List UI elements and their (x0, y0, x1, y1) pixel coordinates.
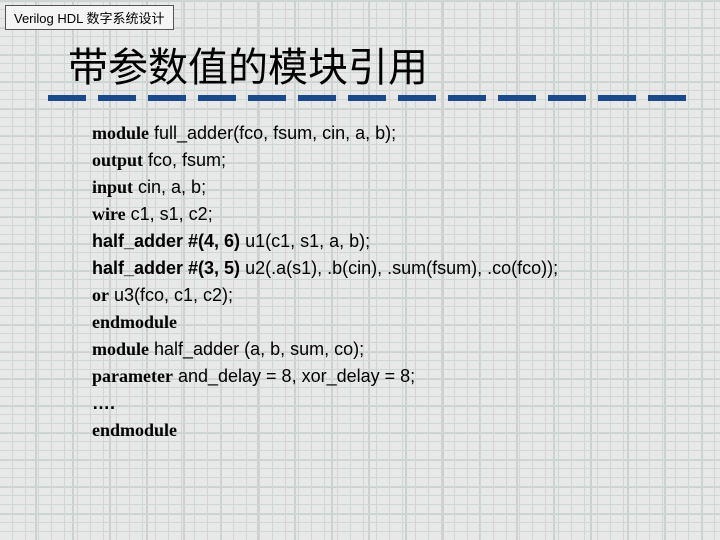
title-underline (48, 95, 688, 101)
code-line: output fco, fsum; (92, 147, 558, 174)
code-block: module full_adder(fco, fsum, cin, a, b);… (92, 120, 558, 444)
code-line: endmodule (92, 417, 558, 444)
code-line: endmodule (92, 309, 558, 336)
slide-title: 带参数值的模块引用 (68, 35, 428, 93)
code-line: module half_adder (a, b, sum, co); (92, 336, 558, 363)
code-line: module full_adder(fco, fsum, cin, a, b); (92, 120, 558, 147)
code-line: half_adder #(3, 5) u2(.a(s1), .b(cin), .… (92, 255, 558, 282)
header-label-box: Verilog HDL 数字系统设计 (5, 5, 174, 30)
code-line: parameter and_delay = 8, xor_delay = 8; (92, 363, 558, 390)
code-line: wire c1, s1, c2; (92, 201, 558, 228)
code-line: or u3(fco, c1, c2); (92, 282, 558, 309)
code-line: …. (92, 390, 558, 417)
code-line: half_adder #(4, 6) u1(c1, s1, a, b); (92, 228, 558, 255)
header-label: Verilog HDL 数字系统设计 (14, 11, 165, 26)
code-line: input cin, a, b; (92, 174, 558, 201)
